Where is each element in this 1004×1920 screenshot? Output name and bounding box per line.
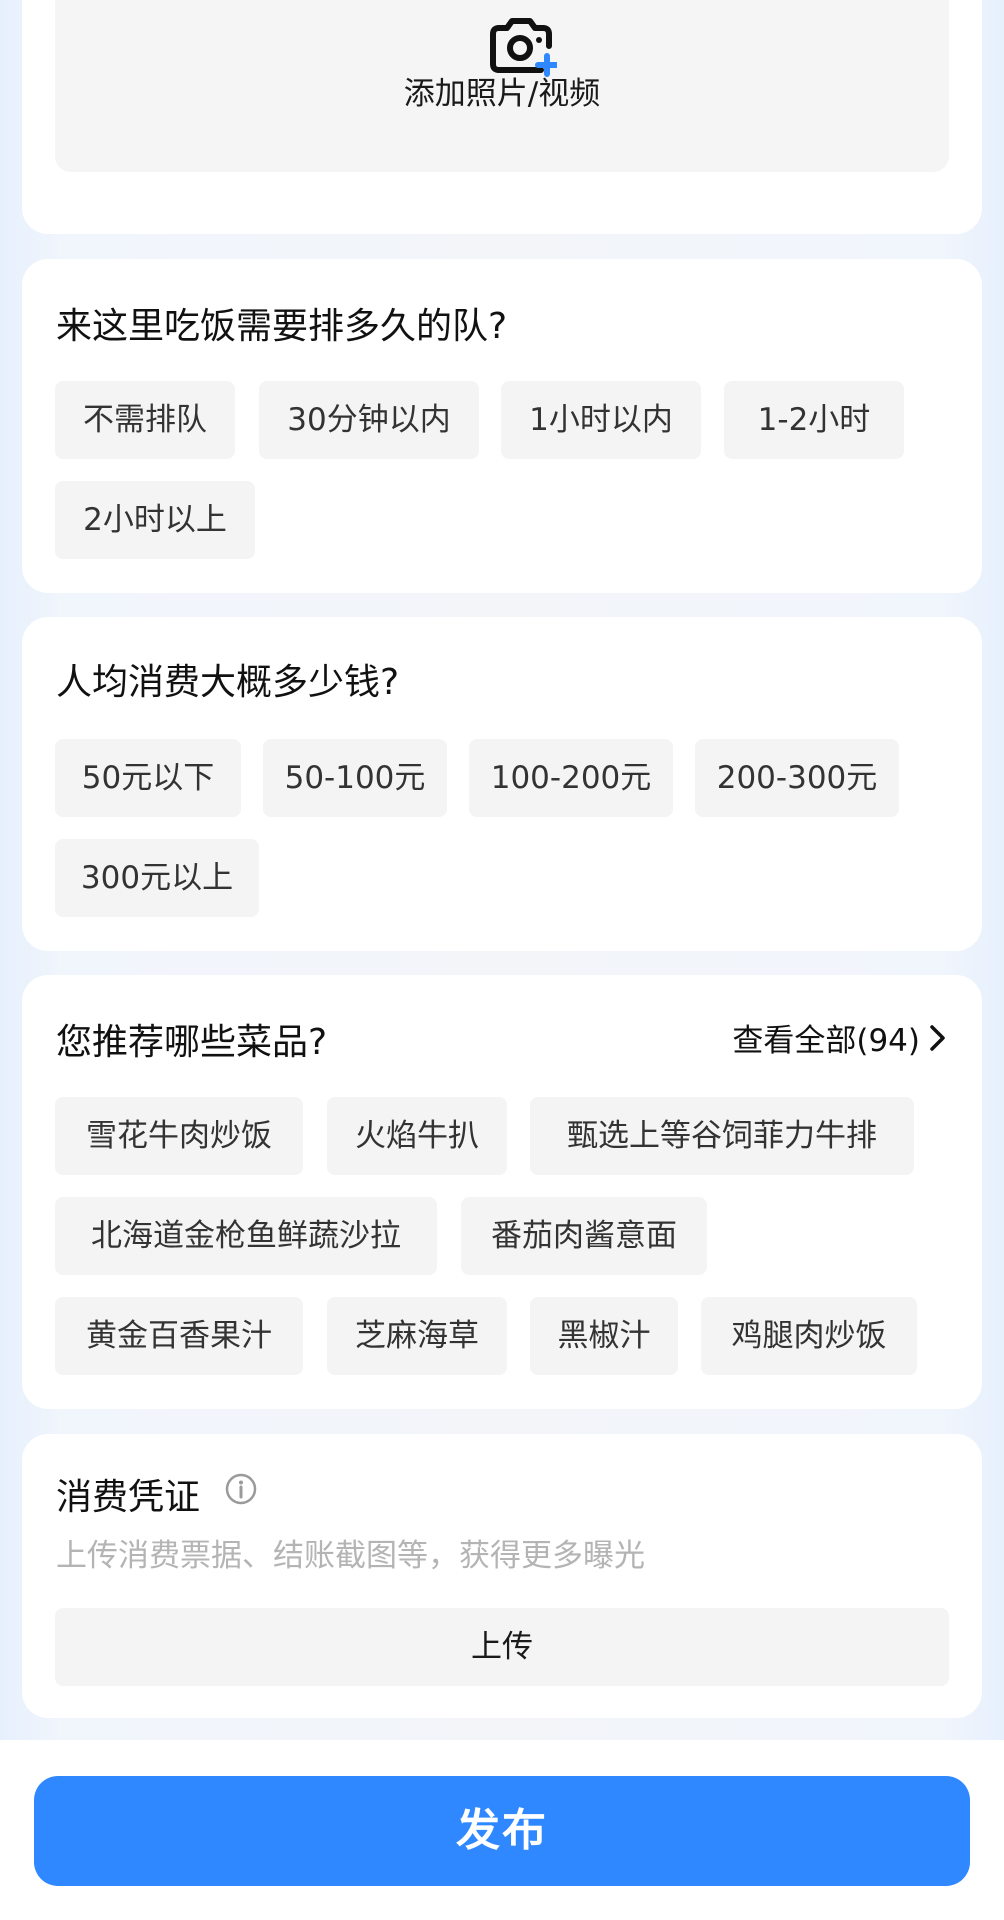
dishes-card: 您推荐哪些菜品? 查看全部(94) 雪花牛肉炒饭 火焰牛扒 甄选上等谷饲菲力牛排… — [22, 975, 982, 1409]
queue-option-30min[interactable]: 30分钟以内 — [259, 381, 479, 459]
dish-option[interactable]: 黄金百香果汁 — [55, 1297, 303, 1375]
price-question: 人均消费大概多少钱? — [56, 662, 400, 703]
see-all-label: 查看全部(94) — [732, 1023, 920, 1059]
price-card: 人均消费大概多少钱? 50元以下 50-100元 100-200元 200-30… — [22, 617, 982, 951]
dish-option[interactable]: 雪花牛肉炒饭 — [55, 1097, 303, 1175]
publish-button[interactable]: 发布 — [34, 1776, 970, 1886]
dish-option[interactable]: 火焰牛扒 — [327, 1097, 507, 1175]
dish-option[interactable]: 鸡腿肉炒饭 — [701, 1297, 917, 1375]
dishes-question: 您推荐哪些菜品? — [56, 1022, 328, 1063]
queue-option-1h[interactable]: 1小时以内 — [501, 381, 701, 459]
queue-card: 来这里吃饭需要排多久的队? 不需排队 30分钟以内 1小时以内 1-2小时 2小… — [22, 259, 982, 593]
add-media-button[interactable]: 添加照片/视频 — [55, 0, 949, 172]
upload-button[interactable]: 上传 — [55, 1608, 949, 1686]
dish-option[interactable]: 黑椒汁 — [530, 1297, 678, 1375]
price-option-under-50[interactable]: 50元以下 — [55, 739, 241, 817]
proof-title: 消费凭证 — [56, 1477, 201, 1518]
info-icon[interactable] — [224, 1472, 258, 1506]
queue-option-1-2h[interactable]: 1-2小时 — [724, 381, 904, 459]
dish-option[interactable]: 番茄肉酱意面 — [461, 1197, 707, 1275]
add-media-label: 添加照片/视频 — [403, 76, 601, 112]
price-option-200-300[interactable]: 200-300元 — [695, 739, 899, 817]
see-all-dishes-link[interactable]: 查看全部(94) — [732, 1015, 948, 1060]
price-option-50-100[interactable]: 50-100元 — [263, 739, 447, 817]
proof-card: 消费凭证 上传消费票据、结账截图等，获得更多曝光 上传 — [22, 1434, 982, 1718]
proof-hint: 上传消费票据、结账截图等，获得更多曝光 — [56, 1538, 645, 1574]
chevron-right-icon — [930, 1024, 945, 1051]
dish-option[interactable]: 芝麻海草 — [327, 1297, 507, 1375]
price-option-over-300[interactable]: 300元以上 — [55, 839, 259, 917]
media-card: 添加照片/视频 — [22, 0, 982, 234]
queue-question: 来这里吃饭需要排多久的队? — [56, 306, 508, 347]
queue-option-over-2h[interactable]: 2小时以上 — [55, 481, 255, 559]
price-option-100-200[interactable]: 100-200元 — [469, 739, 673, 817]
bottom-bar: 发布 — [0, 1740, 1004, 1920]
dish-option[interactable]: 甄选上等谷饲菲力牛排 — [530, 1097, 914, 1175]
dish-option[interactable]: 北海道金枪鱼鲜蔬沙拉 — [55, 1197, 437, 1275]
queue-option-no-wait[interactable]: 不需排队 — [55, 381, 235, 459]
